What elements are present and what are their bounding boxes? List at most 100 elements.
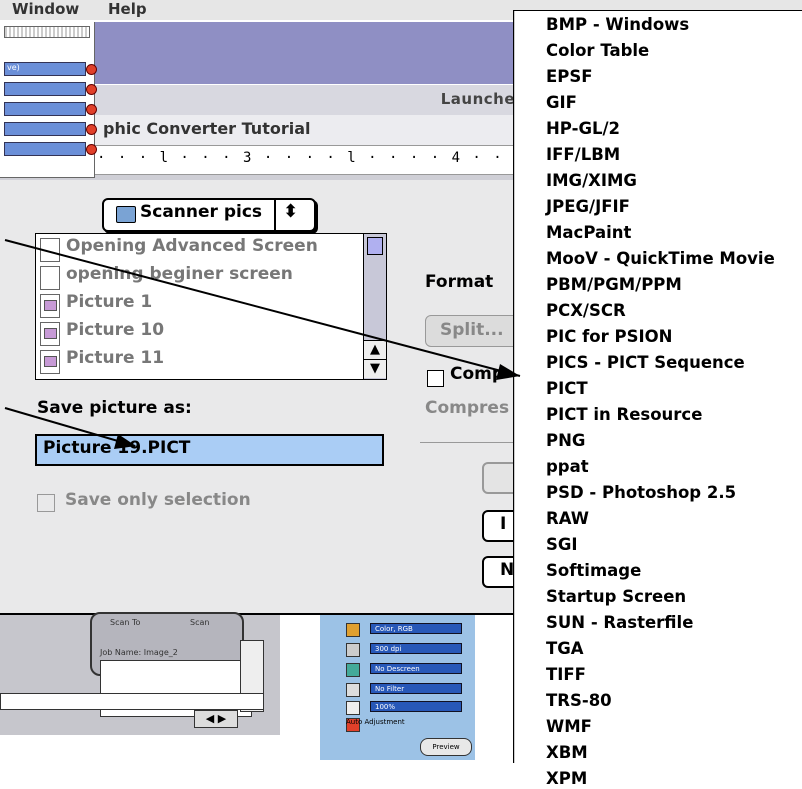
- file-name: Picture 1: [66, 292, 153, 312]
- palette-titlebar[interactable]: [4, 26, 90, 38]
- menu-item-png[interactable]: PNG: [546, 431, 585, 451]
- preview-button: Preview: [420, 738, 472, 756]
- list-item[interactable]: Picture 11: [40, 348, 360, 374]
- save-as-label: Save picture as:: [37, 398, 192, 418]
- tutorial-title-bar: phic Converter Tutorial: [95, 115, 515, 146]
- menu-item-sun[interactable]: SUN - Rasterfile: [546, 613, 693, 633]
- menu-item-pict[interactable]: PICT: [546, 379, 588, 399]
- settings-row: Color, RGB: [370, 623, 462, 634]
- menu-item-bmp[interactable]: BMP - Windows: [546, 15, 689, 35]
- compression-label: Compres: [425, 398, 510, 418]
- menu-item-epsf[interactable]: EPSF: [546, 67, 593, 87]
- menu-item-raw[interactable]: RAW: [546, 509, 589, 529]
- snippet-scroll-arrows-icon: ◀ ▶: [194, 710, 238, 728]
- tutorial-title: phic Converter Tutorial: [103, 119, 311, 138]
- descreen-icon: [346, 663, 360, 677]
- palette-dot-icon: [86, 124, 97, 135]
- checkbox-box[interactable]: [37, 494, 55, 512]
- menu-item-softimage[interactable]: Softimage: [546, 561, 641, 581]
- scale-icon: [346, 701, 360, 715]
- folder-popup-label: Scanner pics: [140, 202, 263, 222]
- menu-item-ppat[interactable]: ppat: [546, 457, 589, 477]
- scroll-down-arrow-icon[interactable]: ▼: [364, 359, 386, 378]
- menu-item-wmf[interactable]: WMF: [546, 717, 592, 737]
- menu-item-pic-psion[interactable]: PIC for PSION: [546, 327, 672, 347]
- menu-item-startup-screen[interactable]: Startup Screen: [546, 587, 686, 607]
- scan-label: Scan: [190, 618, 210, 627]
- menu-item-sgi[interactable]: SGI: [546, 535, 578, 555]
- menu-item-color-table[interactable]: Color Table: [546, 41, 649, 61]
- popup-separator: [274, 200, 276, 230]
- menu-item-moov[interactable]: MooV - QuickTime Movie: [546, 249, 775, 269]
- menu-item-pict-resource[interactable]: PICT in Resource: [546, 405, 702, 425]
- settings-row: 300 dpi: [370, 643, 462, 654]
- menu-item-xpm[interactable]: XPM: [546, 769, 587, 789]
- settings-row: No Descreen: [370, 663, 462, 674]
- launcher-row: Launche: [95, 84, 515, 116]
- format-dropdown-menu[interactable]: BMP - Windows Color Table EPSF GIF HP-GL…: [513, 10, 802, 788]
- pict-file-icon: [40, 322, 60, 346]
- save-only-selection-label: Save only selection: [65, 490, 251, 510]
- document-icon: [40, 238, 60, 262]
- palette-dot-icon: [86, 64, 97, 75]
- scroll-up-arrow-icon[interactable]: ▲: [364, 340, 386, 359]
- menu-item-hpgl[interactable]: HP-GL/2: [546, 119, 620, 139]
- palette-row[interactable]: [4, 102, 97, 116]
- filename-field[interactable]: Picture 19.PICT: [35, 434, 384, 466]
- format-label: Format: [425, 272, 494, 292]
- menu-item-pcx[interactable]: PCX/SCR: [546, 301, 626, 321]
- palette-row[interactable]: [4, 122, 97, 136]
- tool-palette: ve): [0, 22, 97, 178]
- menu-item-pbm[interactable]: PBM/PGM/PPM: [546, 275, 682, 295]
- menu-item-jpeg[interactable]: JPEG/JFIF: [546, 197, 630, 217]
- folder-popup-menu[interactable]: Scanner pics ⬍: [102, 198, 316, 232]
- list-item[interactable]: Opening Advanced Screen: [40, 236, 360, 262]
- menu-help[interactable]: Help: [108, 0, 147, 18]
- split-button-label: Split...: [440, 320, 504, 340]
- pict-file-icon: [40, 294, 60, 318]
- list-item[interactable]: Picture 10: [40, 320, 360, 346]
- compress-checkbox[interactable]: [427, 370, 444, 387]
- auto-adjustment-label: Auto Adjustment: [346, 718, 405, 726]
- settings-row: No Filter: [370, 683, 462, 694]
- menu-item-trs80[interactable]: TRS-80: [546, 691, 612, 711]
- palette-dot-icon: [86, 84, 97, 95]
- settings-row: 100%: [370, 701, 462, 712]
- palette-dot-icon: [86, 104, 97, 115]
- list-item[interactable]: opening beginer screen: [40, 264, 360, 290]
- launcher-label: Launche: [440, 90, 515, 108]
- scan-to-label: Scan To: [110, 618, 141, 627]
- palette-row[interactable]: [4, 82, 97, 96]
- menu-item-tiff[interactable]: TIFF: [546, 665, 586, 685]
- divider: [420, 442, 515, 443]
- color-mode-icon: [346, 623, 360, 637]
- menu-item-tga[interactable]: TGA: [546, 639, 584, 659]
- menu-item-psd[interactable]: PSD - Photoshop 2.5: [546, 483, 736, 503]
- menu-item-gif[interactable]: GIF: [546, 93, 577, 113]
- background-titlebar: [95, 22, 515, 84]
- palette-row[interactable]: [4, 142, 97, 156]
- split-button[interactable]: Split...: [425, 315, 522, 347]
- list-item[interactable]: Picture 1: [40, 292, 360, 318]
- dialog-button-label: I: [500, 514, 507, 534]
- menu-item-pics[interactable]: PICS - PICT Sequence: [546, 353, 745, 373]
- file-name: Picture 10: [66, 320, 165, 340]
- menu-item-xbm[interactable]: XBM: [546, 743, 588, 763]
- compress-label: Comp: [450, 364, 505, 384]
- file-name: Picture 11: [66, 348, 165, 368]
- menu-window[interactable]: Window: [12, 0, 79, 18]
- menu-item-macpaint[interactable]: MacPaint: [546, 223, 631, 243]
- resolution-icon: [346, 643, 360, 657]
- snippet-horizontal-scrollbar: [0, 693, 264, 710]
- save-only-selection-checkbox[interactable]: Save only selection: [37, 490, 337, 514]
- menu-item-iff[interactable]: IFF/LBM: [546, 145, 620, 165]
- palette-row-label: ve): [7, 63, 20, 72]
- pict-file-icon: [40, 350, 60, 374]
- file-list-scrollbar[interactable]: ▲ ▼: [363, 234, 386, 379]
- ruler: · · · l · · · 3 · · · · l · · · · 4 · · …: [95, 146, 794, 175]
- palette-row[interactable]: ve): [4, 62, 97, 76]
- menu-item-img[interactable]: IMG/XIMG: [546, 171, 637, 191]
- filename-value: Picture 19.PICT: [43, 438, 191, 458]
- scroll-thumb[interactable]: [367, 237, 383, 255]
- file-list[interactable]: Opening Advanced Screen opening beginer …: [35, 233, 387, 380]
